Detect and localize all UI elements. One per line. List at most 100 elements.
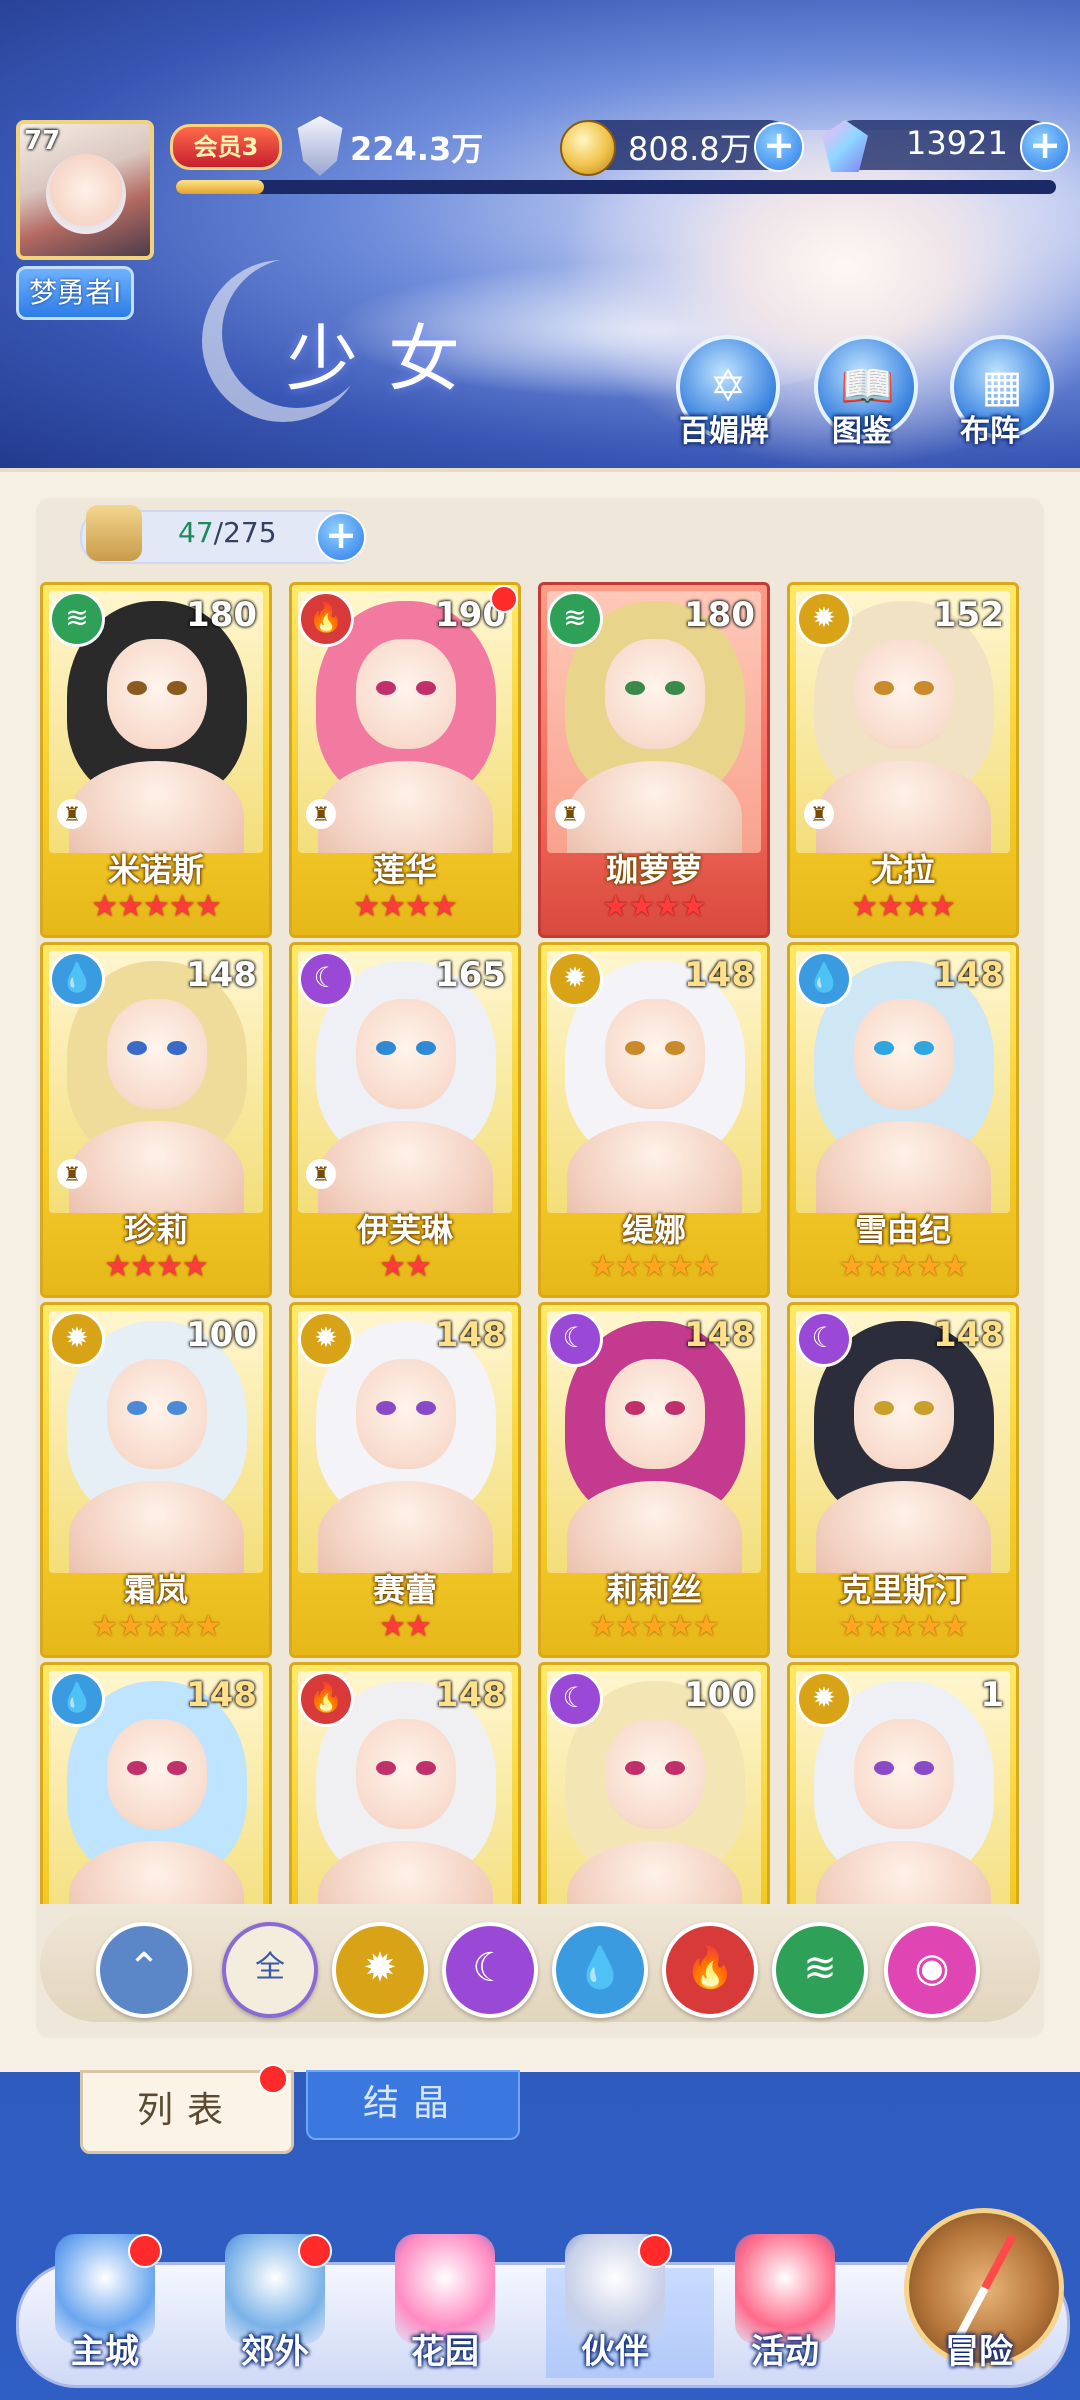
character-card[interactable]: ☾ 100 <box>538 1662 770 1904</box>
tab-list-notification-dot <box>258 2064 288 2094</box>
fire-element-icon: 🔥 <box>298 591 354 647</box>
player-name[interactable]: 梦勇者I <box>16 266 135 320</box>
character-card[interactable]: ☾ 148 莉莉丝 ★★★★★ <box>538 1302 770 1658</box>
player-avatar[interactable]: 77 <box>16 120 154 260</box>
player-level: 77 <box>24 126 61 156</box>
portrait-face <box>107 1359 207 1469</box>
character-card[interactable]: ≋ 180 ♜ 珈萝萝 ★★★★ <box>538 582 770 938</box>
add-gold-button[interactable]: + <box>754 122 804 172</box>
filter-light-button[interactable]: ✹ <box>332 1922 428 2018</box>
character-name: 珍莉 <box>123 1211 188 1249</box>
xp-bar-fill <box>176 180 264 194</box>
seal-label: 百媚牌 <box>679 414 769 449</box>
formation-rook-icon: ♜ <box>555 799 585 829</box>
dark-element-icon: ☾ <box>298 951 354 1007</box>
character-level: 148 <box>933 955 1004 995</box>
portrait-eye <box>127 681 147 695</box>
character-name: 克里斯汀 <box>838 1571 967 1609</box>
character-level: 165 <box>435 955 506 995</box>
character-level: 148 <box>435 1675 506 1715</box>
star-rating: ★★★★ <box>104 1249 209 1284</box>
gem-value: 13921 <box>906 124 1008 162</box>
character-name: 米诺斯 <box>107 851 204 889</box>
star-rating: ★★ <box>379 1609 432 1644</box>
nav-item-4[interactable]: 活动 <box>710 2234 860 2384</box>
portrait-eye <box>665 1401 685 1415</box>
character-level: 148 <box>684 1315 755 1355</box>
portrait-eye <box>914 1761 934 1775</box>
vip-badge[interactable]: 会员3 <box>170 124 282 170</box>
portrait-eye <box>874 1761 894 1775</box>
water-element-icon: 💧 <box>49 1671 105 1727</box>
nav-item-3[interactable]: 伙伴 <box>540 2234 690 2384</box>
character-card[interactable]: ✹ 148 缇娜 ★★★★★ <box>538 942 770 1298</box>
portrait-face <box>107 1719 207 1829</box>
light-element-icon: ✹ <box>796 591 852 647</box>
filter-collapse-button[interactable]: ⌃ <box>96 1922 192 2018</box>
nav-item-0[interactable]: 主城 <box>30 2234 180 2384</box>
filter-fire-button[interactable]: 🔥 <box>662 1922 758 2018</box>
light-element-icon: ✹ <box>49 1311 105 1367</box>
portrait-eye <box>625 1401 645 1415</box>
character-card[interactable]: ✹ 152 ♜ 尤拉 ★★★★ <box>787 582 1019 938</box>
character-grid[interactable]: ≋ 180 ♜ 米诺斯 ★★★★★ 🔥 190 ♜ 莲华 ★★★★ ≋ 180 ♜ 珈萝萝 ★★★★ ✹ 152… <box>40 582 1040 1904</box>
portrait-eye <box>625 681 645 695</box>
portrait-eye <box>376 681 396 695</box>
light-element-icon: ✹ <box>298 1311 354 1367</box>
portrait-eye <box>416 1401 436 1415</box>
light-element-icon: ✹ <box>547 951 603 1007</box>
portrait-face <box>356 1359 456 1469</box>
notification-dot <box>128 2234 162 2268</box>
nav-item-2[interactable]: 花园 <box>370 2234 520 2384</box>
character-card[interactable]: ✹ 1 <box>787 1662 1019 1904</box>
star-rating: ★★★★★ <box>589 1249 719 1284</box>
character-card[interactable]: 💧 148 <box>40 1662 272 1904</box>
filter-all-button[interactable]: 全 <box>222 1922 318 2018</box>
portrait-eye <box>914 681 934 695</box>
character-card[interactable]: ☾ 148 克里斯汀 ★★★★★ <box>787 1302 1019 1658</box>
portrait-face <box>605 639 705 749</box>
nav-item-label: 郊外 <box>241 2332 309 2372</box>
portrait-eye <box>376 1401 396 1415</box>
portrait-eye <box>127 1401 147 1415</box>
star-rating: ★★★★★ <box>838 1249 968 1284</box>
add-gem-button[interactable]: + <box>1020 122 1070 172</box>
character-card[interactable]: 🔥 190 ♜ 莲华 ★★★★ <box>289 582 521 938</box>
tab-crystal[interactable]: 结晶 <box>306 2070 520 2140</box>
gold-value: 808.8万 <box>628 130 752 168</box>
fire-element-icon: 🔥 <box>298 1671 354 1727</box>
star-rating: ★★★★ <box>353 889 458 924</box>
character-name: 缇娜 <box>621 1211 686 1249</box>
filter-water-button[interactable]: 💧 <box>552 1922 648 2018</box>
portrait-face <box>356 999 456 1109</box>
character-level: 148 <box>186 955 257 995</box>
expand-roster-button[interactable]: + <box>316 512 366 562</box>
bag-icon <box>86 505 142 561</box>
character-card[interactable]: ☾ 165 ♜ 伊芙琳 ★★ <box>289 942 521 1298</box>
character-card[interactable]: 💧 148 雪由纪 ★★★★★ <box>787 942 1019 1298</box>
character-name: 伊芙琳 <box>356 1211 453 1249</box>
portrait-eye <box>874 1041 894 1055</box>
star-rating: ★★★★★ <box>91 889 221 924</box>
filter-wind-button[interactable]: ≋ <box>772 1922 868 2018</box>
portrait-face <box>107 639 207 749</box>
filter-dark-button[interactable]: ☾ <box>442 1922 538 2018</box>
character-card[interactable]: ✹ 148 赛蕾 ★★ <box>289 1302 521 1658</box>
portrait-eye <box>416 1761 436 1775</box>
character-card[interactable]: ✹ 100 霜岚 ★★★★★ <box>40 1302 272 1658</box>
gold-coin-icon <box>560 120 616 176</box>
star-rating: ★★★★★ <box>838 1609 968 1644</box>
nav-item-1[interactable]: 郊外 <box>200 2234 350 2384</box>
portrait-face <box>356 1719 456 1829</box>
character-name: 莉莉丝 <box>605 1571 702 1609</box>
portrait-eye <box>665 1041 685 1055</box>
star-rating: ★★★★ <box>602 889 707 924</box>
character-level: 1 <box>980 1675 1004 1715</box>
filter-heart-button[interactable]: ◉ <box>884 1922 980 2018</box>
character-card[interactable]: 🔥 148 <box>289 1662 521 1904</box>
character-level: 180 <box>684 595 755 635</box>
character-card[interactable]: 💧 148 ♜ 珍莉 ★★★★ <box>40 942 272 1298</box>
star-rating: ★★★★★ <box>91 1609 221 1644</box>
notification-dot <box>638 2234 672 2268</box>
character-card[interactable]: ≋ 180 ♜ 米诺斯 ★★★★★ <box>40 582 272 938</box>
